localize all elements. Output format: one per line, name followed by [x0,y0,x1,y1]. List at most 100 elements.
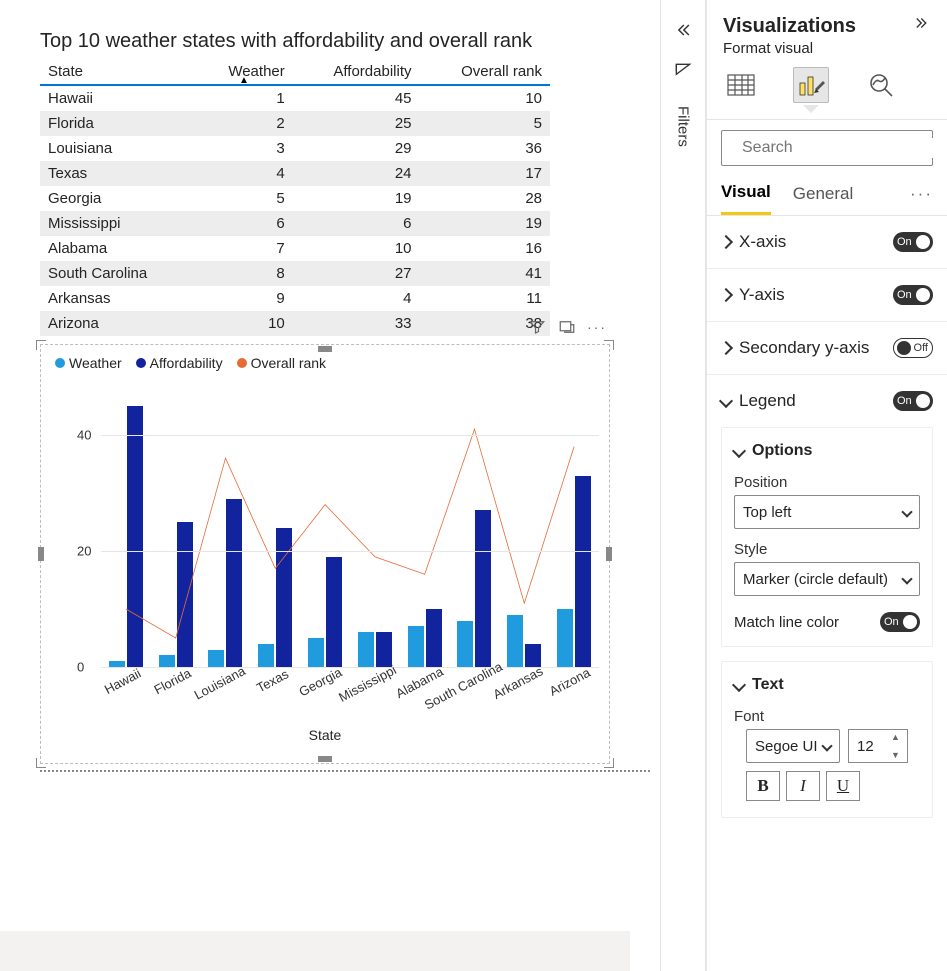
bold-button[interactable]: B [746,771,780,801]
x-axis-labels: HawaiiFloridaLouisianaTexasGeorgiaMissis… [101,667,599,727]
bar[interactable] [177,522,193,667]
panel-subtitle: Format visual [707,40,947,63]
bar[interactable] [376,632,392,667]
font-size-input[interactable]: 12 ▲▼ [848,729,908,763]
match-line-color-label: Match line color [734,614,839,631]
filter-icon[interactable] [525,315,549,339]
chevron-down-icon [719,394,733,408]
legend-item[interactable]: Overall rank [237,355,326,371]
resize-handle[interactable] [604,340,614,350]
chevron-down-icon [732,444,746,458]
resize-handle[interactable] [36,340,46,350]
underline-button[interactable]: U [826,771,860,801]
bar[interactable] [507,615,523,667]
toggle-secondary-y-axis[interactable]: Off [893,338,933,358]
analytics-tab-icon[interactable] [863,67,899,103]
bookmark-icon[interactable] [673,61,693,84]
table-row[interactable]: Hawaii14510 [40,85,550,111]
focus-mode-icon[interactable] [555,315,579,339]
format-properties: X-axis On Y-axis On Secondary y-axis Off… [707,216,947,832]
collapse-pane-icon[interactable] [673,20,693,43]
spin-down-icon[interactable]: ▼ [891,750,905,760]
bar[interactable] [457,621,473,667]
x-axis-title: State [41,727,609,743]
bar[interactable] [408,626,424,667]
bar[interactable] [258,644,274,667]
chevron-right-icon [719,341,733,355]
chevron-right-icon [719,235,733,249]
filters-pane-label[interactable]: Filters [675,106,692,147]
section-legend[interactable]: Legend On [707,375,947,427]
expand-pane-icon[interactable] [913,14,931,38]
col-overall-rank[interactable]: Overall rank [420,59,551,85]
resize-handle[interactable] [604,758,614,768]
section-x-axis[interactable]: X-axis On [707,216,947,269]
table-row[interactable]: Mississippi6619 [40,211,550,236]
table-row[interactable]: Alabama71016 [40,236,550,261]
legend-style-select[interactable]: Marker (circle default) [734,562,920,596]
legend-text-card: Text Font Segoe UI 12 ▲▼ B I U [721,661,933,818]
bar[interactable] [208,650,224,667]
bar[interactable] [159,655,175,667]
build-visual-tab-icon[interactable] [723,67,759,103]
table-row[interactable]: Florida2255 [40,111,550,136]
toggle-x-axis[interactable]: On [893,232,933,252]
visualizations-panel: Visualizations Format visual [706,0,947,971]
tab-general[interactable]: General [793,184,853,214]
resize-handle[interactable] [36,758,46,768]
sort-indicator-icon: ▲ [239,75,249,86]
bar[interactable] [308,638,324,667]
section-secondary-y-axis[interactable]: Secondary y-axis Off [707,322,947,375]
toggle-y-axis[interactable]: On [893,285,933,305]
legend-item[interactable]: Affordability [136,355,223,371]
font-family-select[interactable]: Segoe UI [746,729,840,763]
bar[interactable] [575,476,591,667]
col-state[interactable]: State [40,59,195,85]
bar[interactable] [326,557,342,667]
col-weather[interactable]: Weather ▲ [195,59,293,85]
italic-button[interactable]: I [786,771,820,801]
table-row[interactable]: Georgia51928 [40,186,550,211]
more-options-icon[interactable]: ··· [585,315,609,339]
resize-handle[interactable] [318,346,332,352]
more-tabs-icon[interactable]: ··· [910,184,933,214]
bar[interactable] [127,406,143,667]
resize-handle[interactable] [38,547,44,561]
table-row[interactable]: South Carolina82741 [40,261,550,286]
table-row[interactable]: Louisiana32936 [40,136,550,161]
report-canvas: Top 10 weather states with affordability… [0,0,660,971]
resize-handle[interactable] [606,547,612,561]
toggle-match-line-color[interactable]: On [880,612,920,632]
canvas-footer [0,931,630,971]
report-title: Top 10 weather states with affordability… [40,30,650,53]
bar[interactable] [475,510,491,667]
visual-toolbar: ··· [525,315,609,339]
chevron-right-icon [719,288,733,302]
legend-position-label: Position [734,474,920,491]
search-input[interactable] [721,130,933,166]
data-table[interactable]: State Weather ▲ Affordability Overall ra… [40,59,550,336]
section-y-axis[interactable]: Y-axis On [707,269,947,322]
bar[interactable] [557,609,573,667]
panel-title: Visualizations [723,15,856,38]
chevron-down-icon [732,678,746,692]
table-row[interactable]: Arkansas9411 [40,286,550,311]
bar[interactable] [426,609,442,667]
bar[interactable] [226,499,242,667]
format-visual-tab-icon[interactable] [793,67,829,103]
spin-up-icon[interactable]: ▲ [891,732,905,742]
col-affordability[interactable]: Affordability [293,59,420,85]
chart-visual[interactable]: ··· WeatherAffordabilityOverall rank Wea… [40,344,610,764]
legend-position-select[interactable]: Top left [734,495,920,529]
search-field[interactable] [740,138,947,158]
table-row[interactable]: Arizona103338 [40,311,550,336]
tab-visual[interactable]: Visual [721,182,771,215]
legend-item[interactable]: Weather [55,355,122,371]
toggle-legend[interactable]: On [893,391,933,411]
format-subtabs: Visual General ··· [707,166,947,216]
bar[interactable] [358,632,374,667]
resize-handle[interactable] [318,756,332,762]
chevron-down-icon [901,573,912,584]
bar[interactable] [276,528,292,667]
table-row[interactable]: Texas42417 [40,161,550,186]
